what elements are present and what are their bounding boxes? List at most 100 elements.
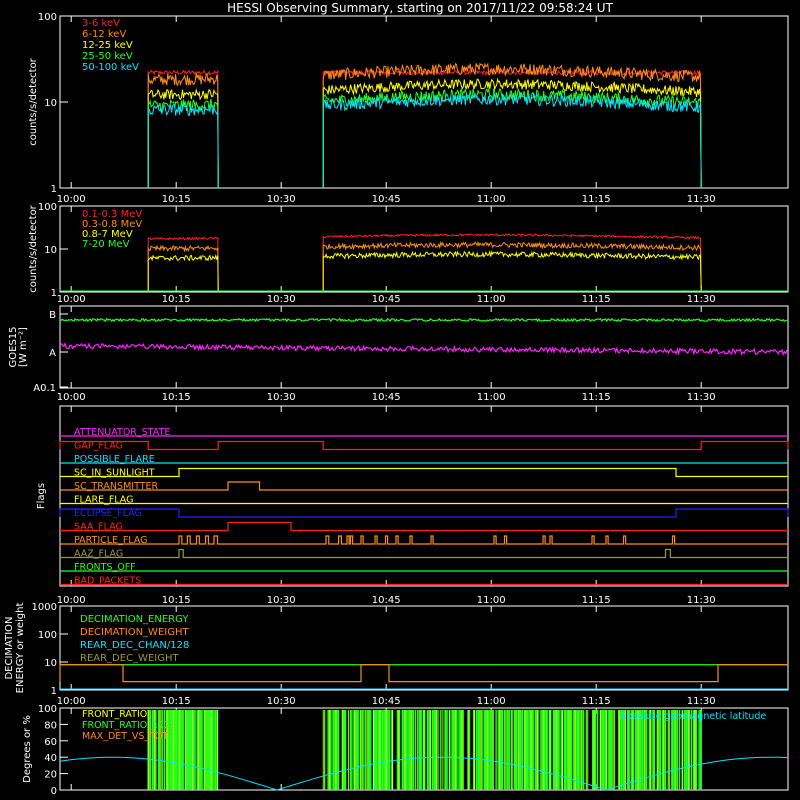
time-tick-label: 10:30 [267,696,296,707]
time-tick-label: 11:30 [687,392,716,403]
time-tick-label: 10:00 [57,392,86,403]
series-line-50-100-kev [147,91,702,189]
flag-label: SC_IN_SUNLIGHT [74,468,155,479]
y-tick-label: 40 [44,753,57,764]
flag-label: GAP_FLAG [74,441,123,452]
y-axis-label: counts/s/detector [28,204,39,292]
time-tick-label: 10:15 [162,696,191,707]
goes-line-short [59,342,788,357]
flag-line [60,548,788,559]
y-tick-label: 1 [51,288,57,299]
legend-entry: DECIMATION_ENERGY [80,614,189,625]
time-tick-label: 11:00 [477,696,506,707]
legend-entry: Absolute geomagnetic latitude [620,711,766,722]
legend-entry: MAX_DET_VS_TOT [82,731,168,742]
flag-label: SC_TRANSMITTER [74,481,159,492]
flag-line [59,440,789,451]
legend-entry: REAR_DEC_CHAN/128 [80,640,189,651]
summary-figure: HESSI Observing Summary, starting on 201… [4,1,789,797]
y-tick-label: 10 [44,245,57,256]
y-tick-label: 0 [51,786,57,797]
legend-entry: FRONT_RATIO [82,709,147,720]
time-tick-label: 10:45 [372,595,401,606]
time-tick-label: 10:30 [267,294,296,305]
legend-entry: REAR_DEC_WEIGHT [80,653,179,664]
y-tick-label: 100 [38,202,57,213]
legend-entry: 6-12 keV [82,29,126,40]
time-tick-label: 11:15 [582,294,611,305]
flag-label: POSSIBLE_FLARE [74,454,155,465]
time-tick-label: 11:00 [477,294,506,305]
time-tick-label: 10:30 [267,194,296,205]
y-axis-label: Flags [36,483,47,509]
series-line-0-3-0-8-mev [147,240,702,293]
y-tick-label: 100 [38,12,57,23]
y-tick-label: 1000 [32,602,57,613]
y-axis-label: [W m⁻²] [18,327,29,367]
y-tick-label: A [49,348,56,359]
y-tick-label: 100 [38,630,57,641]
flag-line [59,508,789,518]
time-tick-label: 10:15 [162,194,191,205]
legend-entry: FRONT_RATIO_1225 [82,720,176,731]
y-tick-label: 10 [44,658,57,669]
flag-label: ATTENUATOR_STATE [74,427,170,438]
legend-entry: 50-100 keV [82,62,139,73]
y-tick-label: 80 [44,720,57,731]
time-tick-label: 11:15 [582,696,611,707]
y-tick-label: 20 [44,770,57,781]
legend-entry: 25-50 keV [82,51,133,62]
time-tick-label: 10:45 [372,392,401,403]
time-tick-label: 11:15 [582,194,611,205]
y-tick-label: A0.1 [33,383,56,394]
y-tick-label: 1 [51,686,57,697]
time-tick-label: 11:00 [477,194,506,205]
flag-label: AAZ_FLAG [74,549,123,560]
series-line-6-12-kev [147,62,702,189]
y-axis-label: DECIMATION [4,616,15,679]
time-tick-label: 11:00 [477,595,506,606]
y-tick-label: B [49,310,56,321]
legend-entry: 12-25 keV [82,40,133,51]
time-tick-label: 10:15 [162,392,191,403]
time-tick-label: 10:00 [57,696,86,707]
y-tick-label: 1 [51,184,57,195]
legend-entry: 7-20 MeV [82,239,130,250]
flag-label: PARTICLE_FLAG [74,535,147,546]
legend-entry: 3-6 keV [82,18,120,29]
y-tick-label: 100 [38,704,57,715]
y-axis-label: counts/s/detector [28,57,39,145]
time-tick-label: 10:45 [372,696,401,707]
figure-title: HESSI Observing Summary, starting on 201… [227,1,613,15]
series-line-0-1-0-3-mev [147,233,702,293]
time-tick-label: 10:45 [372,194,401,205]
goes-line-long [59,317,788,323]
flag-line [60,521,788,532]
time-tick-label: 11:30 [687,294,716,305]
legend-entry: DECIMATION_WEIGHT [80,627,189,638]
flag-label: BAD_PACKETS [74,576,141,587]
time-tick-label: 10:00 [57,194,86,205]
time-tick-label: 10:00 [57,595,86,606]
time-tick-label: 10:15 [162,294,191,305]
flag-label: SAA_FLAG [74,522,123,533]
time-tick-label: 11:15 [582,595,611,606]
y-tick-label: 60 [44,737,57,748]
time-tick-label: 10:30 [267,595,296,606]
flag-label: FLARE_FLAG [74,495,134,506]
time-tick-label: 11:00 [477,392,506,403]
y-axis-label: ENERGY or weight [15,603,26,694]
time-tick-label: 11:30 [687,595,716,606]
flag-label: FRONTS_OFF [74,562,136,573]
flag-line [60,467,788,478]
time-tick-label: 10:00 [57,294,86,305]
time-tick-label: 10:45 [372,294,401,305]
time-tick-label: 11:30 [687,194,716,205]
time-tick-label: 10:30 [267,392,296,403]
time-tick-label: 10:15 [162,595,191,606]
time-tick-label: 11:30 [687,696,716,707]
flag-label: ECLIPSE_FLAG [74,508,142,519]
time-tick-label: 11:15 [582,392,611,403]
series-line-0-8-7-mev [147,249,702,293]
y-axis-label: Degrees or % [22,715,33,783]
